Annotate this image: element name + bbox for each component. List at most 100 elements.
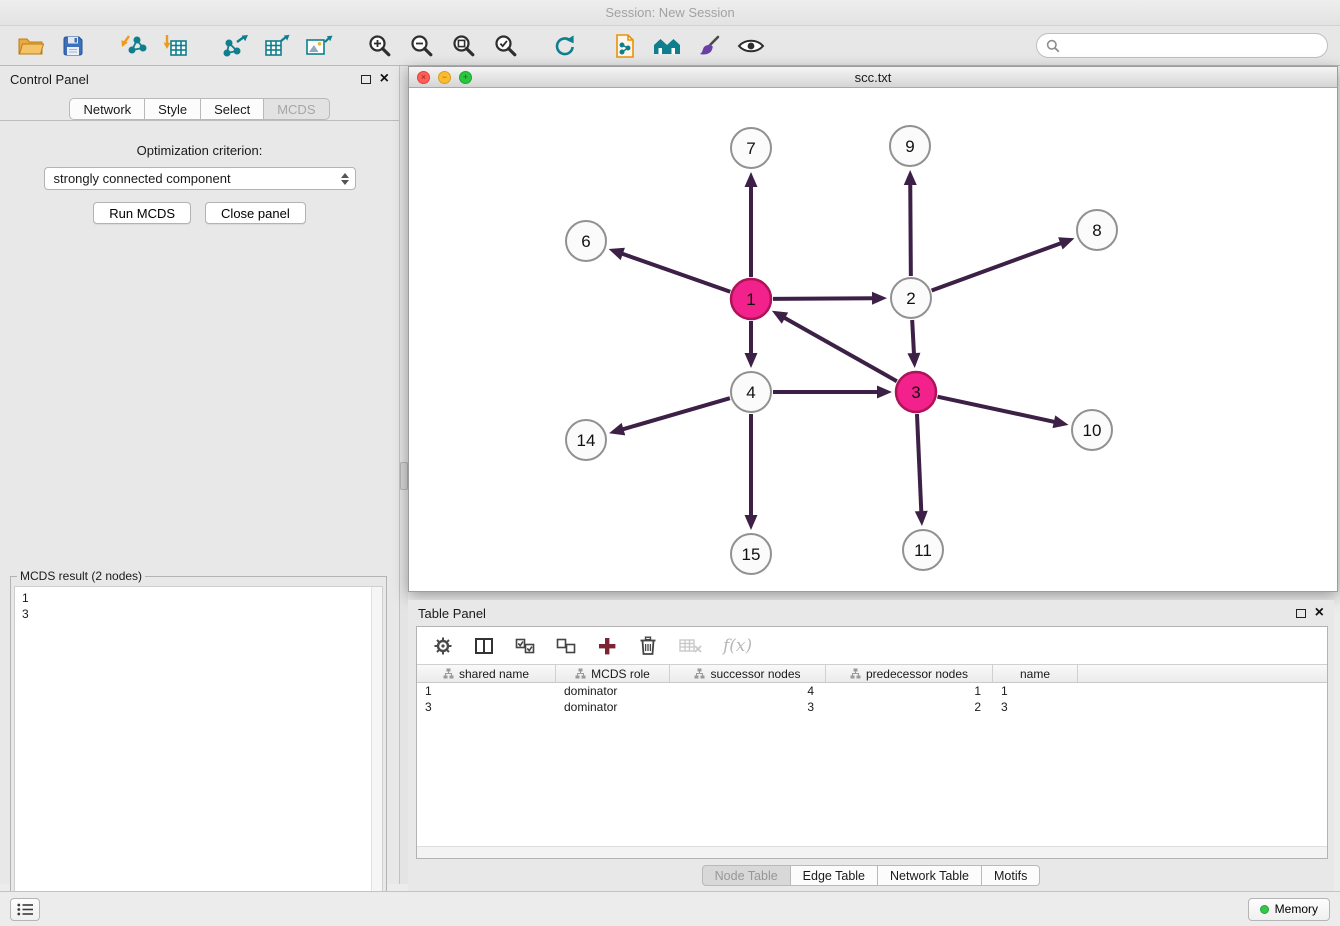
close-panel-button[interactable]: Close panel <box>205 202 306 224</box>
result-scrollbar[interactable] <box>371 587 382 926</box>
cell-predecessor-nodes[interactable]: 1 <box>826 684 993 698</box>
clone-network-button[interactable] <box>604 30 646 62</box>
graph-edge-3-11[interactable] <box>917 414 921 513</box>
graph-edge-1-6[interactable] <box>621 253 730 291</box>
cell-successor-nodes[interactable]: 3 <box>670 700 826 714</box>
graph-edge-2-8[interactable] <box>932 243 1063 291</box>
zoom-selected-button[interactable] <box>484 30 526 62</box>
table-settings-button[interactable] <box>433 636 453 656</box>
first-neighbors-button[interactable] <box>646 30 688 62</box>
network-canvas[interactable]: 7968124314101511 <box>409 88 1337 591</box>
graph-node-label-2: 2 <box>906 289 915 308</box>
cell-name[interactable]: 1 <box>993 684 1078 698</box>
graph-edge-3-1[interactable] <box>783 317 897 381</box>
cell-mcds-role[interactable]: dominator <box>556 684 670 698</box>
export-image-button[interactable] <box>298 30 340 62</box>
import-table-icon <box>162 33 188 59</box>
create-column-button[interactable] <box>597 636 617 656</box>
zoom-out-button[interactable] <box>400 30 442 62</box>
graph-edge-arrowhead-2-8 <box>1058 237 1074 249</box>
close-panel-icon[interactable]: × <box>380 72 389 86</box>
cell-mcds-role[interactable]: dominator <box>556 700 670 714</box>
float-table-panel-icon[interactable] <box>1296 609 1306 618</box>
select-all-columns-button[interactable] <box>515 636 535 656</box>
search-box[interactable] <box>1036 33 1328 58</box>
table-panel: Table Panel × <box>408 600 1334 891</box>
graph-edge-arrowhead-3-11 <box>915 511 928 526</box>
network-window-title: scc.txt <box>855 70 892 85</box>
window-close-button[interactable]: × <box>417 71 430 84</box>
tab-network-table[interactable]: Network Table <box>878 865 982 886</box>
tab-style[interactable]: Style <box>145 98 201 120</box>
show-graphics-button[interactable] <box>730 30 772 62</box>
open-session-button[interactable] <box>10 30 52 62</box>
search-icon <box>1046 39 1060 53</box>
mcds-result-area[interactable]: 1 3 <box>14 586 383 926</box>
window-minimize-button[interactable]: − <box>438 71 451 84</box>
column-header-successor-nodes[interactable]: successor nodes <box>670 665 826 682</box>
network-window-titlebar[interactable]: × − + scc.txt <box>409 67 1337 88</box>
graph-edge-4-14[interactable] <box>622 398 730 430</box>
tab-mcds[interactable]: MCDS <box>264 98 329 120</box>
tab-motifs[interactable]: Motifs <box>982 865 1040 886</box>
export-table-button[interactable] <box>256 30 298 62</box>
memory-button[interactable]: Memory <box>1248 898 1330 921</box>
graph-edge-2-3[interactable] <box>912 320 914 355</box>
vertical-splitter[interactable] <box>400 66 408 884</box>
table-row[interactable]: 1 dominator 4 1 1 <box>417 683 1327 699</box>
import-table-button[interactable] <box>154 30 196 62</box>
graph-edge-arrowhead-1-2 <box>872 292 887 305</box>
show-columns-button[interactable] <box>474 636 494 656</box>
import-network-button[interactable] <box>112 30 154 62</box>
column-header-predecessor-nodes[interactable]: predecessor nodes <box>826 665 993 682</box>
tab-node-table[interactable]: Node Table <box>702 865 791 886</box>
cell-shared-name[interactable]: 1 <box>417 684 556 698</box>
splitter-grip-icon[interactable] <box>400 462 408 490</box>
export-table-icon <box>264 33 290 59</box>
cell-successor-nodes[interactable]: 4 <box>670 684 826 698</box>
graph-edge-2-9[interactable] <box>910 183 911 276</box>
delete-table-button[interactable] <box>679 637 702 655</box>
window-maximize-button[interactable]: + <box>459 71 472 84</box>
control-panel: Control Panel × Network Style Select MCD… <box>0 66 400 884</box>
paintbrush-icon <box>696 33 722 59</box>
tab-select[interactable]: Select <box>201 98 264 120</box>
close-table-panel-icon[interactable]: × <box>1315 606 1324 620</box>
cell-shared-name[interactable]: 3 <box>417 700 556 714</box>
apply-style-button[interactable] <box>688 30 730 62</box>
trash-icon <box>638 635 658 656</box>
graph-edge-1-2[interactable] <box>773 298 874 299</box>
column-header-shared-name[interactable]: shared name <box>417 665 556 682</box>
tab-network[interactable]: Network <box>69 98 145 120</box>
table-toolbar: f(x) <box>417 627 1327 664</box>
graph-node-label-3: 3 <box>911 383 920 402</box>
criterion-select[interactable]: strongly connected component <box>44 167 356 190</box>
deselect-all-columns-button[interactable] <box>556 636 576 656</box>
graph-edge-arrowhead-1-7 <box>745 172 758 187</box>
column-header-name[interactable]: name <box>993 665 1078 682</box>
run-mcds-button[interactable]: Run MCDS <box>93 202 191 224</box>
zoom-fit-button[interactable] <box>442 30 484 62</box>
save-session-button[interactable] <box>52 30 94 62</box>
column-label: shared name <box>459 667 529 681</box>
zoom-in-button[interactable] <box>358 30 400 62</box>
new-network-button[interactable] <box>214 30 256 62</box>
refresh-layout-button[interactable] <box>544 30 586 62</box>
cell-predecessor-nodes[interactable]: 2 <box>826 700 993 714</box>
task-history-button[interactable] <box>10 898 40 921</box>
graph-node-label-8: 8 <box>1092 221 1101 240</box>
tab-edge-table[interactable]: Edge Table <box>791 865 878 886</box>
float-panel-icon[interactable] <box>361 75 371 84</box>
delete-column-button[interactable] <box>638 635 658 656</box>
graph-edge-3-10[interactable] <box>938 397 1056 423</box>
table-row[interactable]: 3 dominator 3 2 3 <box>417 699 1327 715</box>
application-window: Session: New Session <box>0 0 1340 926</box>
cell-name[interactable]: 3 <box>993 700 1078 714</box>
memory-status-icon <box>1260 905 1269 914</box>
search-input[interactable] <box>1066 38 1318 53</box>
table-horizontal-scrollbar[interactable] <box>417 846 1327 858</box>
function-builder-button[interactable]: f(x) <box>723 636 752 656</box>
graph-node-label-10: 10 <box>1083 421 1102 440</box>
column-type-icon <box>694 668 705 679</box>
column-header-mcds-role[interactable]: MCDS role <box>556 665 670 682</box>
